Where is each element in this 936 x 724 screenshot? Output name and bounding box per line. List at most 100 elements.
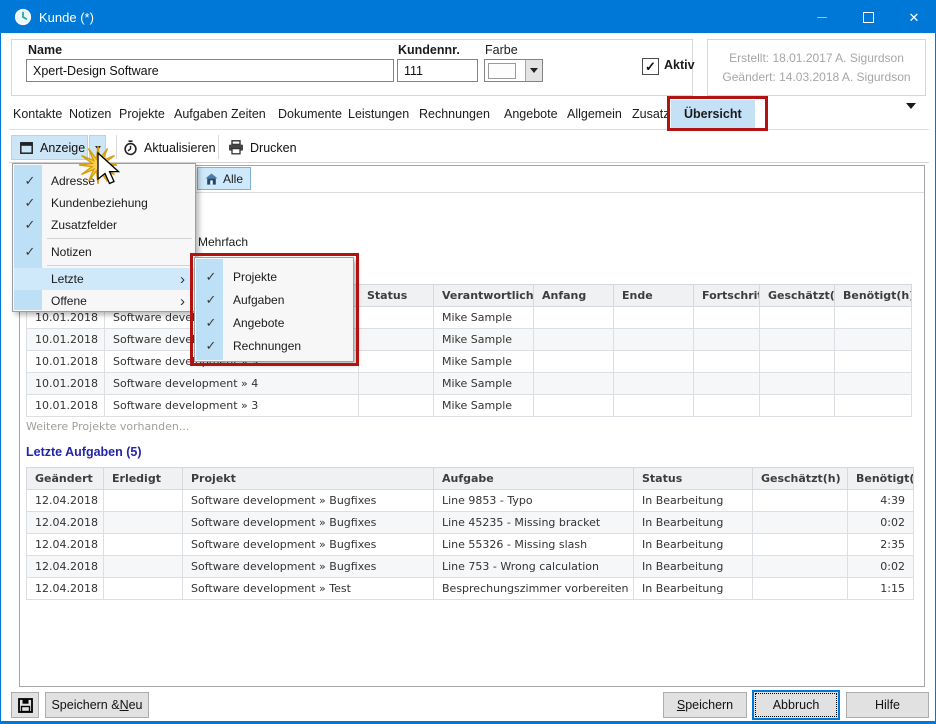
aktualisieren-button[interactable]: Aktualisieren <box>123 135 216 160</box>
table-cell[interactable] <box>104 534 183 556</box>
table-cell[interactable]: 0:02 <box>848 512 914 534</box>
table-cell[interactable]: Software development » Bugfixes <box>183 556 434 578</box>
table-cell[interactable]: 12.04.2018 <box>27 490 104 512</box>
color-dropdown-arrow[interactable] <box>525 60 542 81</box>
table-cell[interactable]: Mike Sample <box>434 307 534 329</box>
table-cell[interactable] <box>534 351 614 373</box>
table-cell[interactable]: Line 55326 - Missing slash <box>434 534 634 556</box>
table-cell[interactable] <box>760 329 835 351</box>
tab-angebote[interactable]: Angebote <box>504 107 558 121</box>
speichern-button[interactable]: Speichern <box>663 692 747 718</box>
table-cell[interactable] <box>614 307 694 329</box>
table-cell[interactable] <box>694 307 760 329</box>
abbruch-button[interactable]: Abbruch <box>752 690 840 720</box>
tab-allgemein[interactable]: Allgemein <box>567 107 622 121</box>
speichern-neu-button[interactable]: Speichern & Neu <box>45 692 149 718</box>
table-cell[interactable]: 12.04.2018 <box>27 578 104 600</box>
table-cell[interactable]: Line 9853 - Typo <box>434 490 634 512</box>
close-button[interactable]: ✕ <box>891 1 936 33</box>
menu-item-zusatzfelder[interactable]: ✓ Zusatzfelder <box>14 214 194 236</box>
table-cell[interactable] <box>753 512 848 534</box>
tab-zeiten[interactable]: Zeiten <box>231 107 266 121</box>
drucken-button[interactable]: Drucken <box>228 135 297 160</box>
table-cell[interactable]: In Bearbeitung <box>634 578 753 600</box>
table-cell[interactable]: Software development » 3 <box>105 395 359 417</box>
tab-rechnungen[interactable]: Rechnungen <box>419 107 490 121</box>
table-cell[interactable] <box>694 373 760 395</box>
table-cell[interactable] <box>760 395 835 417</box>
table-cell[interactable]: 12.04.2018 <box>27 512 104 534</box>
menu-item-offene[interactable]: Offene › <box>14 290 194 312</box>
table-cell[interactable]: Software development » Bugfixes <box>183 512 434 534</box>
table-cell[interactable]: Software development » 4 <box>105 373 359 395</box>
table-cell[interactable] <box>359 329 434 351</box>
tab-kontakte[interactable]: Kontakte <box>13 107 62 121</box>
table-cell[interactable]: 4:39 <box>848 490 914 512</box>
table-cell[interactable]: 10.01.2018 <box>27 329 105 351</box>
table-cell[interactable]: In Bearbeitung <box>634 534 753 556</box>
table-cell[interactable]: 10.01.2018 <box>27 373 105 395</box>
table-row[interactable]: 10.01.2018Software development » 9Mike S… <box>27 351 912 373</box>
table-cell[interactable] <box>534 373 614 395</box>
table-cell[interactable] <box>694 395 760 417</box>
table-cell[interactable] <box>694 329 760 351</box>
table-cell[interactable] <box>835 395 912 417</box>
kundennr-field[interactable] <box>397 59 478 82</box>
table-cell[interactable]: 0:02 <box>848 556 914 578</box>
tab-overflow-button[interactable] <box>906 109 916 127</box>
table-row[interactable]: 12.04.2018 Software development » Bugfixe… <box>27 512 914 534</box>
anzeige-dropdown-arrow[interactable] <box>89 135 106 160</box>
table-row[interactable]: 12.04.2018Software development » TestBes… <box>27 578 914 600</box>
table-cell[interactable] <box>753 490 848 512</box>
tab-leistungen[interactable]: Leistungen <box>348 107 409 121</box>
table-cell[interactable]: Software development » Bugfixes <box>183 490 434 512</box>
table-cell[interactable] <box>359 373 434 395</box>
table-cell[interactable] <box>760 307 835 329</box>
table-cell[interactable] <box>614 373 694 395</box>
table-cell[interactable] <box>359 351 434 373</box>
table-cell[interactable] <box>753 534 848 556</box>
table-cell[interactable] <box>694 351 760 373</box>
table-cell[interactable]: Line 45235 - Missing bracket <box>434 512 634 534</box>
menu-item-notizen[interactable]: ✓ Notizen <box>14 241 194 263</box>
anzeige-button[interactable]: Anzeige <box>11 135 88 160</box>
table-cell[interactable] <box>835 373 912 395</box>
table-cell[interactable] <box>614 351 694 373</box>
table-cell[interactable] <box>104 556 183 578</box>
table-cell[interactable] <box>753 578 848 600</box>
table-cell[interactable]: 1:15 <box>848 578 914 600</box>
table-cell[interactable]: In Bearbeitung <box>634 490 753 512</box>
table-row[interactable]: 12.04.2018 Software development » Bugfixe… <box>27 490 914 512</box>
table-cell[interactable] <box>534 395 614 417</box>
tab-dokumente[interactable]: Dokumente <box>278 107 342 121</box>
menu-item-letzte[interactable]: Letzte › <box>14 268 194 290</box>
table-cell[interactable] <box>104 578 183 600</box>
table-cell[interactable]: Mike Sample <box>434 395 534 417</box>
table-cell[interactable] <box>614 329 694 351</box>
table-cell[interactable] <box>760 373 835 395</box>
table-cell[interactable]: In Bearbeitung <box>634 512 753 534</box>
table-cell[interactable]: 12.04.2018 <box>27 556 104 578</box>
aktiv-checkbox[interactable]: ✓ <box>642 58 659 75</box>
table-cell[interactable] <box>753 556 848 578</box>
hilfe-button[interactable]: Hilfe <box>846 692 929 718</box>
table-cell[interactable]: Software development » Test <box>183 578 434 600</box>
table-cell[interactable] <box>534 329 614 351</box>
table-cell[interactable] <box>760 351 835 373</box>
table-cell[interactable] <box>614 395 694 417</box>
table-cell[interactable]: Line 753 - Wrong calculation <box>434 556 634 578</box>
table-cell[interactable]: Mike Sample <box>434 373 534 395</box>
table-cell[interactable]: 2:35 <box>848 534 914 556</box>
table-cell[interactable] <box>835 329 912 351</box>
tab-projekte[interactable]: Projekte <box>119 107 165 121</box>
color-dropdown[interactable] <box>484 59 543 82</box>
alle-filter-button[interactable]: Alle <box>197 167 251 190</box>
table-cell[interactable] <box>104 512 183 534</box>
menu-item-kundenbeziehung[interactable]: ✓ Kundenbeziehung <box>14 192 194 214</box>
tab-aufgaben[interactable]: Aufgaben <box>174 107 228 121</box>
tab-zusatz[interactable]: Zusatz <box>632 107 670 121</box>
table-cell[interactable]: 12.04.2018 <box>27 534 104 556</box>
table-row[interactable]: 10.01.2018Software develoMike Sample <box>27 329 912 351</box>
tab-notizen[interactable]: Notizen <box>69 107 111 121</box>
table-row[interactable]: 10.01.2018Software development » 3Mike S… <box>27 395 912 417</box>
